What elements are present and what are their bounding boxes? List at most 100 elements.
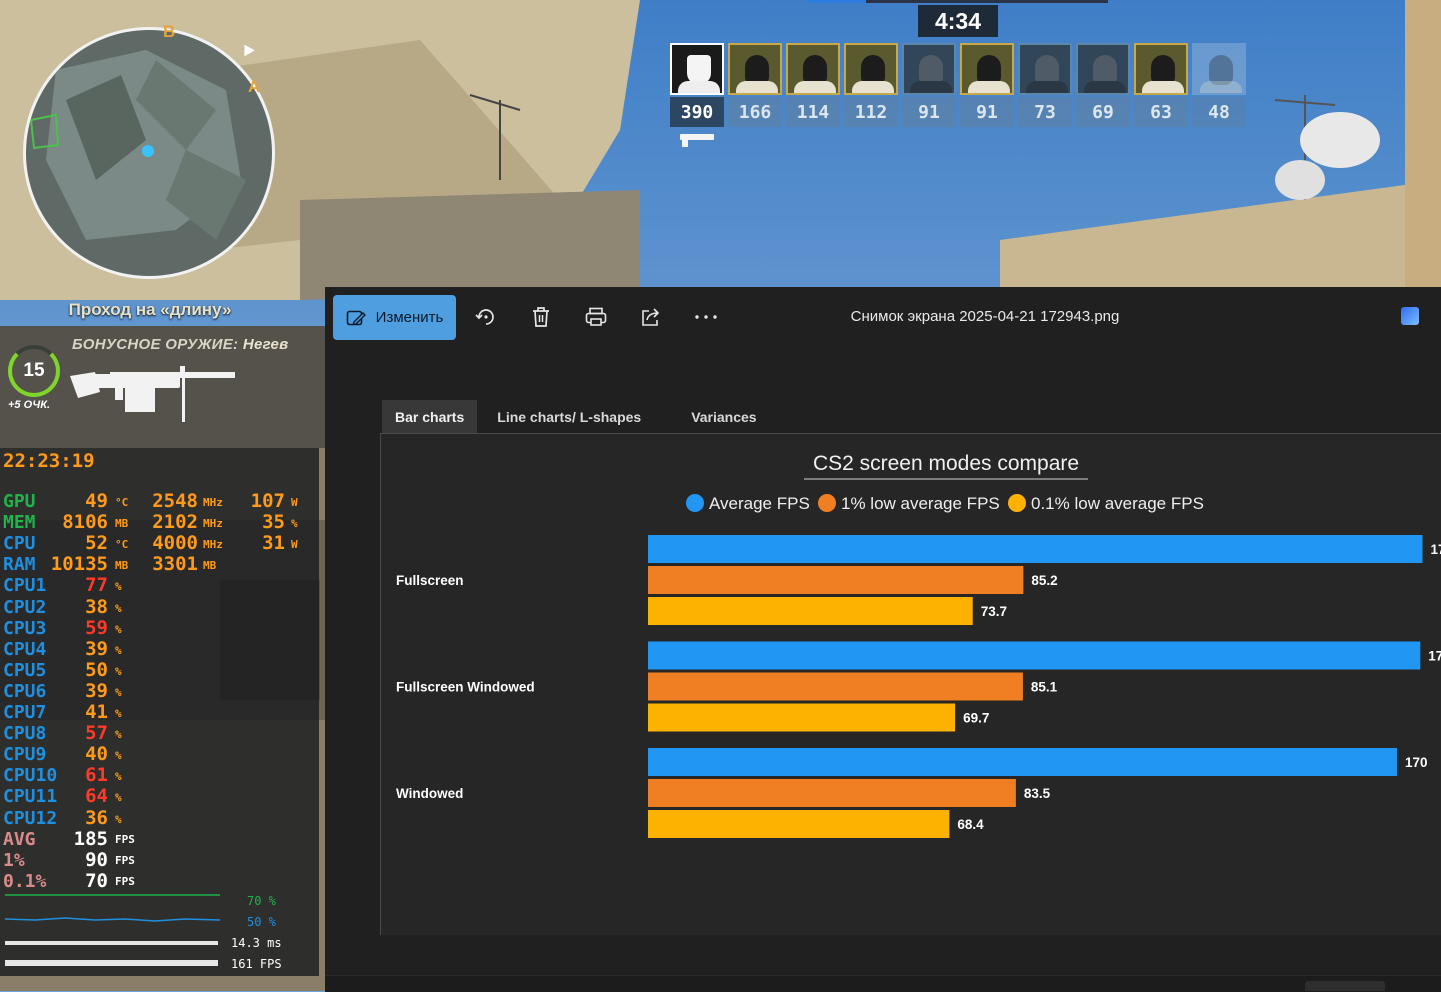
player-score: 73 (1018, 97, 1072, 127)
machine-gun-icon (70, 362, 240, 422)
osd-value: 3301 (140, 553, 198, 575)
osd-value: 31 (245, 532, 285, 554)
edit-button[interactable]: Изменить (333, 295, 456, 340)
player-card: 73 (1018, 43, 1072, 127)
osd-clock: 22:23:19 (3, 450, 95, 471)
osd-core-value: 36 (70, 807, 108, 829)
player-avatar (670, 43, 724, 95)
photos-viewer-window: Изменить Снимок экрана 2025-04-21 172943… (325, 287, 1441, 991)
tab-bar-charts[interactable]: Bar charts (382, 400, 477, 434)
osd-unit: % (115, 749, 122, 762)
score-counter: 15 (8, 345, 60, 397)
osd-unit: % (115, 770, 122, 783)
app-icon[interactable] (1401, 307, 1419, 325)
bar (648, 779, 1016, 807)
more-options-icon[interactable] (694, 305, 718, 329)
edit-button-label: Изменить (376, 309, 444, 326)
legend-marker (686, 494, 704, 512)
osd-core-value: 59 (70, 617, 108, 639)
filmstrip-toggle[interactable] (1305, 981, 1385, 991)
tab-line-charts-l-shapes[interactable]: Line charts/ L-shapes (484, 400, 654, 434)
bonus-weapon-label: БОНУСНОЕ ОРУЖИЕ: (72, 336, 238, 353)
player-score: 91 (902, 97, 956, 127)
osd-core-label: CPU9 (3, 744, 46, 765)
osd-value: 49 (40, 490, 108, 512)
chart-tabs: Bar chartsLine charts/ L-shapes Variances (382, 400, 770, 434)
bar (648, 748, 1397, 776)
bar-value-label: 69.7 (963, 711, 989, 726)
osd-core-value: 64 (70, 785, 108, 807)
round-timer: 4:34 (918, 5, 998, 37)
osd-fps-value: 90 (60, 849, 108, 871)
chart-panel: CS2 screen modes compareAverage FPS1% lo… (380, 433, 1441, 935)
viewer-toolbar: Изменить Снимок экрана 2025-04-21 172943… (325, 287, 1441, 347)
player-avatar (728, 43, 782, 95)
osd-core-label: CPU3 (3, 618, 46, 639)
player-score: 91 (960, 97, 1014, 127)
player-card: 166 (728, 43, 782, 127)
osd-core-value: 41 (70, 701, 108, 723)
print-icon[interactable] (584, 305, 608, 329)
legend-label: 1% low average FPS (841, 494, 1000, 513)
minimap-site-b-label: B (163, 22, 175, 42)
bar (648, 642, 1420, 670)
player-card: 91 (960, 43, 1014, 127)
osd-core-label: CPU2 (3, 597, 46, 618)
round-progress-bar (808, 0, 1108, 3)
osd-fps-unit: FPS (115, 854, 135, 867)
bar-value-label: 68.4 (957, 817, 984, 832)
edit-image-icon (346, 308, 366, 328)
osd-core-label: CPU8 (3, 723, 46, 744)
tab-variances[interactable]: Variances (678, 400, 769, 434)
osd-core-value: 39 (70, 680, 108, 702)
player-score: 390 (670, 97, 724, 127)
osd-unit: % (291, 517, 298, 530)
rotate-icon[interactable] (474, 305, 498, 329)
player-avatar (1076, 43, 1130, 95)
osd-unit: % (115, 707, 122, 720)
osd-core-value: 50 (70, 659, 108, 681)
osd-unit: MHz (203, 496, 223, 509)
osd-label: MEM (3, 512, 36, 533)
player-card: 48 (1192, 43, 1246, 127)
osd-core-value: 77 (70, 574, 108, 596)
bonus-weapon-name: Негев (243, 336, 289, 353)
bonus-weapon-title: БОНУСНОЕ ОРУЖИЕ: Негев (72, 336, 289, 353)
bar (648, 810, 949, 838)
category-label: Fullscreen (396, 573, 464, 588)
file-name: Снимок экрана 2025-04-21 172943.png (845, 308, 1125, 325)
osd-fps-value: 185 (60, 828, 108, 850)
player-avatar (1134, 43, 1188, 95)
bar-chart: CS2 screen modes compareAverage FPS1% lo… (381, 434, 1441, 935)
player-score: 48 (1192, 97, 1246, 127)
bar (648, 704, 955, 732)
bar-value-label: 170 (1405, 755, 1428, 770)
player-avatar (786, 43, 840, 95)
player-avatar (1018, 43, 1072, 95)
osd-fps-unit: FPS (115, 875, 135, 888)
osd-unit: °C (115, 538, 128, 551)
legend-label: 0.1% low average FPS (1031, 494, 1204, 513)
zone-title: Проход на «длину» (0, 300, 300, 320)
bar-value-label: 83.5 (1024, 786, 1051, 801)
player-card: 63 (1134, 43, 1188, 127)
osd-label: RAM (3, 554, 36, 575)
osd-label: CPU (3, 533, 36, 554)
player-score: 166 (728, 97, 782, 127)
bar (648, 566, 1023, 594)
player-card: 91 (902, 43, 956, 127)
osd-fps-now: 161 FPS (231, 957, 282, 971)
osd-unit: % (115, 813, 122, 826)
player-card: 114 (786, 43, 840, 127)
osd-core-label: CPU1 (3, 575, 46, 596)
minimap (23, 27, 275, 279)
viewer-status-bar (325, 975, 1441, 992)
osd-unit: % (115, 644, 122, 657)
osd-unit: MB (115, 517, 128, 530)
osd-fps-label: 1% (3, 850, 25, 871)
legend-marker (1008, 494, 1026, 512)
pistol-grip (682, 138, 688, 147)
share-icon[interactable] (639, 305, 663, 329)
delete-icon[interactable] (529, 305, 553, 329)
player-score: 112 (844, 97, 898, 127)
